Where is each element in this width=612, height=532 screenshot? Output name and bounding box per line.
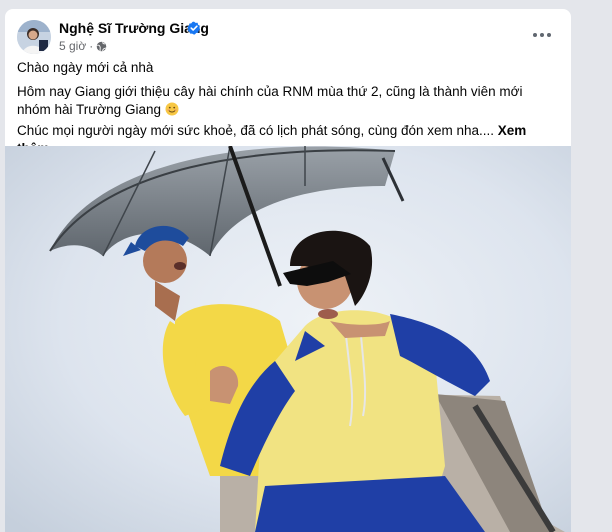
post-text-line-2-content: Hôm nay Giang giới thiệu cây hài chính c… (17, 84, 523, 117)
post-text-line-2: Hôm nay Giang giới thiệu cây hài chính c… (17, 83, 537, 119)
post-meta: 5 giờ · (59, 39, 107, 53)
more-options-icon[interactable] (528, 25, 556, 45)
post-card: Nghệ Sĩ Trường Giang 5 giờ · Chào ngày m… (5, 9, 571, 532)
globe-icon[interactable] (96, 41, 107, 52)
post-photo[interactable] (5, 146, 571, 532)
post-header: Nghệ Sĩ Trường Giang 5 giờ · (5, 9, 571, 57)
post-text-line-1: Chào ngày mới cả nhà (17, 60, 154, 75)
meta-separator: · (89, 39, 94, 53)
author-avatar[interactable] (17, 20, 51, 54)
verified-badge-icon (187, 21, 201, 35)
smile-emoji-icon (165, 102, 179, 116)
more-dot (540, 33, 544, 37)
more-dot (533, 33, 537, 37)
more-dot (547, 33, 551, 37)
post-text-line-3-content: Chúc mọi người ngày mới sức khoẻ, đã có … (17, 123, 495, 138)
post-time[interactable]: 5 giờ (59, 39, 86, 53)
